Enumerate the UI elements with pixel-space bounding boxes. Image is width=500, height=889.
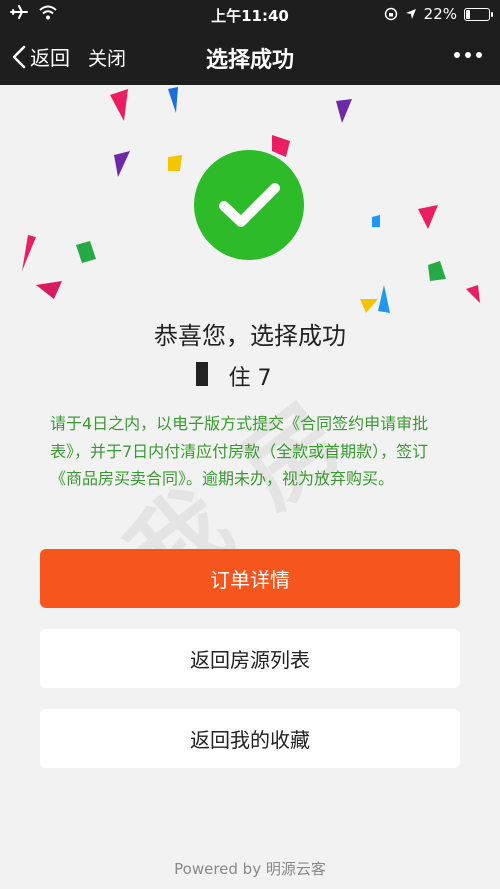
property-name: 住 7: [228, 366, 272, 391]
notice-text: 请于4日之内，以电子版方式提交《合同签约申请审批表》，并于7日内付清应付房款（全…: [50, 414, 429, 488]
location-icon: [405, 9, 416, 19]
battery-icon: [464, 7, 493, 21]
nav-bar: 返回 关闭 选择成功: [0, 28, 500, 85]
success-check-icon: [194, 150, 304, 260]
more-icon[interactable]: [454, 52, 482, 58]
order-details-button[interactable]: 订单详情: [40, 549, 460, 608]
success-headline: 恭喜您，选择成功: [154, 322, 346, 350]
powered-by-footer: Powered by 明源云客: [174, 860, 326, 878]
back-to-favorites-button[interactable]: 返回我的收藏: [40, 709, 460, 768]
redaction-mark: [196, 362, 208, 386]
rotation-lock-icon: [384, 7, 397, 21]
battery-percent: 22%: [423, 5, 457, 23]
status-right: 22%: [384, 5, 493, 23]
page-title: 选择成功: [205, 48, 294, 73]
battery-level: [466, 9, 470, 19]
status-bar: 上午11:40 22%: [0, 0, 500, 28]
back-to-listings-button[interactable]: 返回房源列表: [40, 629, 460, 688]
